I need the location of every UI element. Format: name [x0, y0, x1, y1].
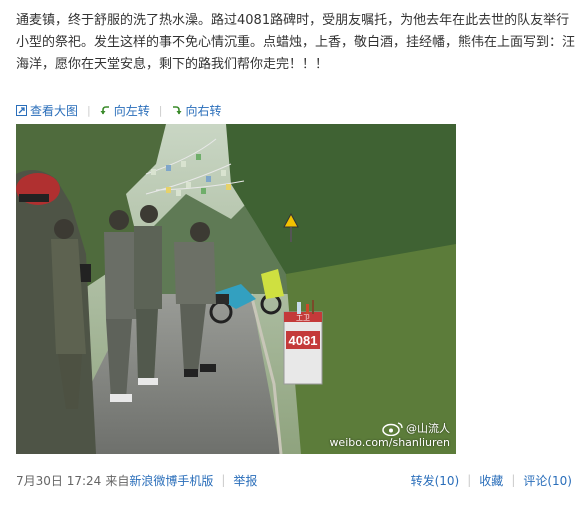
view-large-link[interactable]: 查看大图: [16, 102, 78, 119]
from-label: 来自: [105, 473, 130, 488]
photo-watermark: @山流人 weibo.com/shanliuren: [329, 421, 450, 449]
rotate-left-icon: [100, 105, 109, 114]
post-source-link[interactable]: 新浪微博手机版: [129, 472, 213, 489]
post-text: 通麦镇，终于舒服的洗了热水澡。路过4081路碑时，受朋友嘱托，为他去年在此去世的…: [16, 13, 576, 72]
repost-link[interactable]: 转发(10): [411, 472, 460, 489]
watermark-url: weibo.com/shanliuren: [329, 436, 450, 449]
weibo-logo-icon: [382, 422, 403, 436]
rotate-right-label: 向右转: [185, 103, 222, 118]
rotate-right-icon: [173, 105, 182, 114]
incense: [312, 300, 314, 314]
post-photo[interactable]: 工卫 4081 @山流人 weibo.com/shanliuren: [16, 124, 456, 454]
rotate-left-link[interactable]: 向左转: [100, 102, 150, 119]
offering-candle: [306, 304, 309, 314]
post-meta-bar: 7月30日 17:24 来自 新浪微博手机版 | 举报 转发(10) | 收藏 …: [16, 472, 572, 488]
meta-separator: |: [467, 473, 472, 487]
meta-separator: |: [221, 473, 226, 487]
offering-bottle: [297, 302, 301, 314]
comment-link[interactable]: 评论(10): [523, 472, 572, 489]
action-separator: |: [87, 103, 91, 117]
watermark-handle: @山流人: [406, 422, 450, 435]
meta-separator: |: [511, 473, 516, 487]
milestone-number: 4081: [289, 333, 318, 348]
milestone-top-label: 工卫: [296, 314, 310, 322]
post-timestamp[interactable]: 7月30日 17:24: [16, 472, 101, 489]
report-link[interactable]: 举报: [233, 472, 257, 489]
milestone: 工卫 4081: [283, 311, 323, 385]
favorite-link[interactable]: 收藏: [479, 472, 503, 489]
photo-scene: 工卫 4081: [16, 124, 456, 454]
zoom-icon: [16, 104, 27, 116]
media-actions-bar: 查看大图 | 向左转 | 向右转: [16, 101, 221, 119]
action-separator: |: [158, 103, 163, 117]
view-large-label: 查看大图: [30, 103, 79, 118]
post-actions: 转发(10) | 收藏 | 评论(10): [411, 472, 572, 489]
rotate-right-link[interactable]: 向右转: [171, 102, 221, 119]
rotate-left-label: 向左转: [113, 103, 150, 118]
